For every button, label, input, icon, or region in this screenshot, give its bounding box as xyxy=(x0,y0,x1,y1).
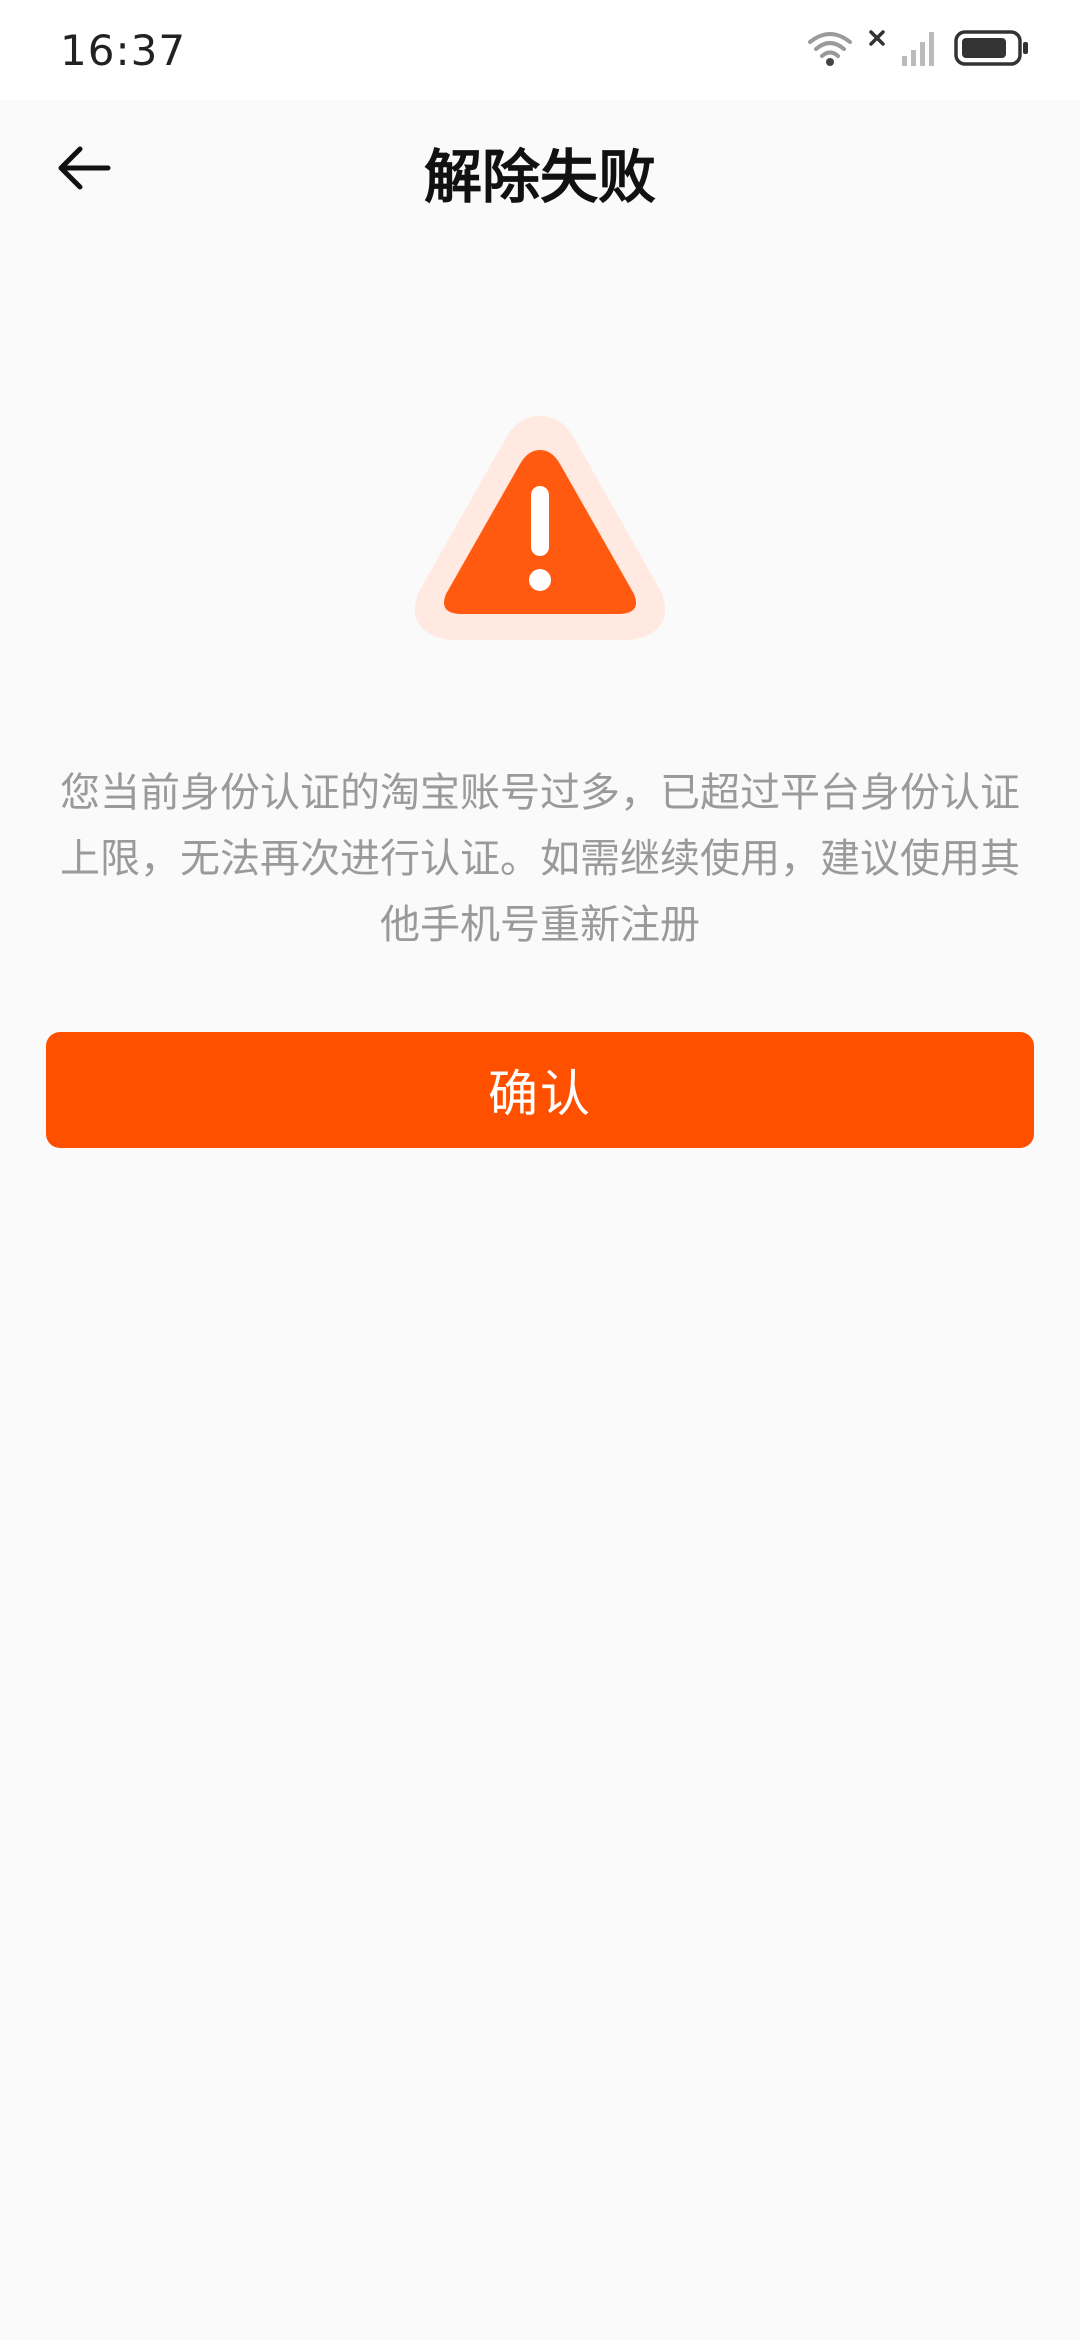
cellular-signal-icon xyxy=(900,28,940,72)
warning-triangle-icon xyxy=(414,408,666,648)
status-time: 16:37 xyxy=(60,26,187,75)
status-bar: 16:37 xyxy=(0,0,1080,100)
page-title: 解除失败 xyxy=(423,143,656,211)
no-signal-icon xyxy=(868,28,886,72)
wifi-icon xyxy=(806,28,854,72)
battery-icon xyxy=(954,28,1030,72)
status-icons xyxy=(806,28,1030,72)
nav-bar: 解除失败 xyxy=(0,100,1080,240)
screen: 16:37 解除失败 您当前身份认证的淘宝账号过多，已超过平台身份认证上限，无法… xyxy=(0,0,1080,2340)
error-message: 您当前身份认证的淘宝账号过多，已超过平台身份认证上限，无法再次进行认证。如需继续… xyxy=(60,770,1020,948)
confirm-button[interactable]: 确认 xyxy=(46,1032,1034,1148)
